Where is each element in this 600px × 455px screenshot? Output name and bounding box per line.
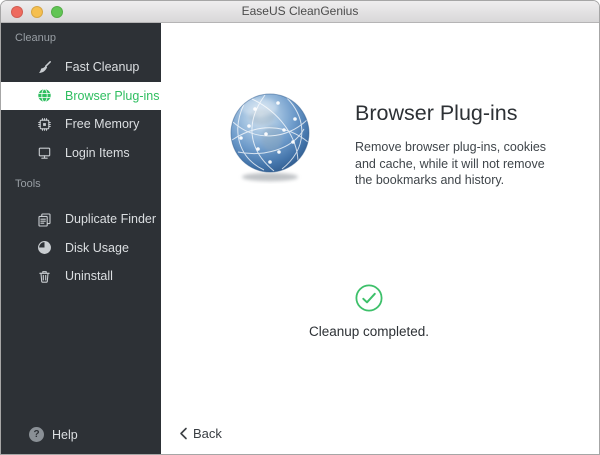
sidebar-item-label: Fast Cleanup [65,60,139,74]
sidebar-item-duplicate-finder[interactable]: Duplicate Finder [1,205,161,234]
help-button[interactable]: ? Help [1,423,161,454]
minimize-button[interactable] [31,6,43,18]
close-button[interactable] [11,6,23,18]
sidebar-item-free-memory[interactable]: Free Memory [1,110,161,139]
zoom-button[interactable] [51,6,63,18]
brush-icon [37,60,52,75]
sidebar: Cleanup Fast Cleanup [1,23,161,454]
sidebar-item-uninstall[interactable]: Uninstall [1,262,161,291]
sidebar-item-disk-usage[interactable]: Disk Usage [1,234,161,263]
back-button[interactable]: Back [179,426,222,441]
status-block: Cleanup completed. [161,283,577,339]
back-label: Back [193,426,222,441]
help-label: Help [52,428,78,442]
description-line: and cache, while it will not remove [355,156,600,173]
page-title: Browser Plug-ins [355,100,600,126]
sidebar-item-browser-plugins[interactable]: Browser Plug-ins [1,82,161,111]
sidebar-section-tools: Tools [1,167,161,205]
sidebar-item-label: Login Items [65,146,130,160]
sidebar-item-label: Uninstall [65,269,113,283]
app-window: EaseUS CleanGenius Cleanup Fast Cleanup [0,0,600,455]
description-line: the bookmarks and history. [355,172,600,189]
sidebar-item-label: Duplicate Finder [65,212,156,226]
title-bar: EaseUS CleanGenius [1,1,599,23]
sidebar-section-cleanup: Cleanup [1,27,161,53]
copies-icon [37,212,52,227]
status-text: Cleanup completed. [161,324,577,339]
sidebar-item-label: Free Memory [65,117,139,131]
sidebar-item-fast-cleanup[interactable]: Fast Cleanup [1,53,161,82]
question-mark-icon: ? [29,427,44,442]
pie-chart-icon [37,240,52,255]
success-check-icon [354,283,384,313]
network-globe-illustration [229,92,313,184]
sidebar-item-label: Disk Usage [65,241,129,255]
window-title: EaseUS CleanGenius [1,1,599,22]
description-line: Remove browser plug-ins, cookies [355,139,600,156]
chip-icon [37,117,52,132]
monitor-icon [37,145,52,160]
traffic-lights [11,1,63,23]
chevron-left-icon [179,427,188,440]
globe-icon [37,88,52,103]
trash-icon [37,269,52,284]
sidebar-item-label: Browser Plug-ins [65,89,159,103]
main-content: Browser Plug-ins Remove browser plug-ins… [161,23,599,454]
page-description: Remove browser plug-ins, cookies and cac… [355,139,600,189]
sidebar-item-login-items[interactable]: Login Items [1,139,161,168]
